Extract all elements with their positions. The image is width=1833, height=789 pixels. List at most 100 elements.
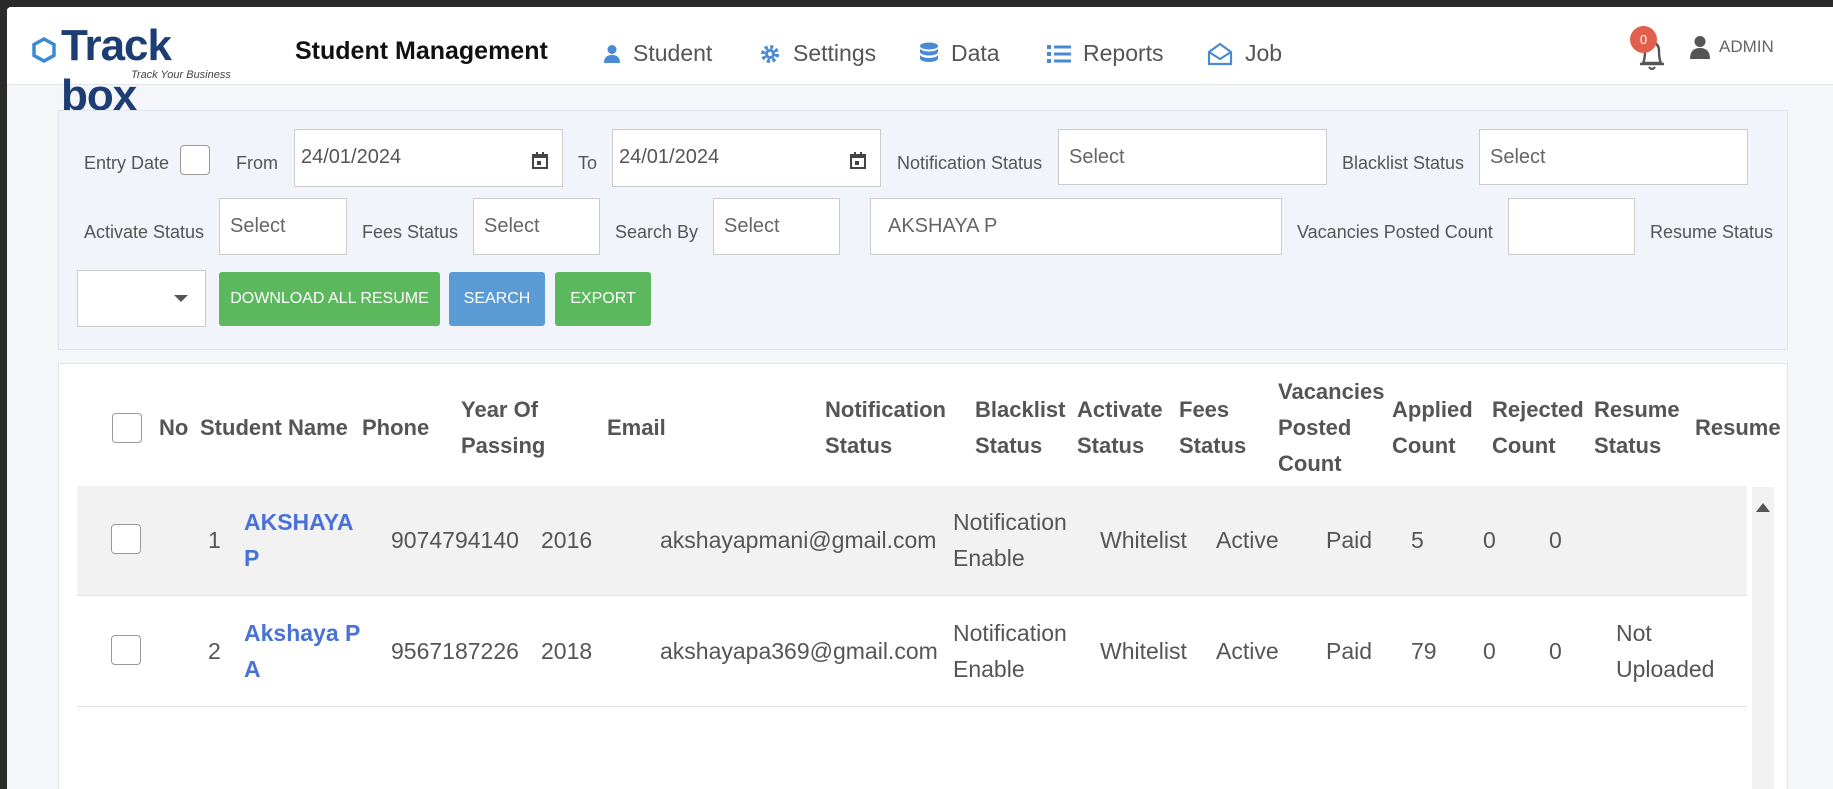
cell-activate-status: Active xyxy=(1216,638,1279,664)
cell-resume-status: Not Uploaded xyxy=(1616,620,1715,682)
search-text-input[interactable]: AKSHAYA P xyxy=(870,198,1282,255)
user-icon xyxy=(604,44,620,63)
cell-year: 2016 xyxy=(541,527,593,553)
calendar-icon[interactable] xyxy=(532,152,548,169)
col-vacancies-posted-count[interactable]: Vacancies Posted Count xyxy=(1278,374,1384,482)
list-icon xyxy=(1047,44,1071,63)
activate-status-value: Select xyxy=(230,215,286,237)
gear-icon xyxy=(761,44,779,63)
cell-activate-status: Active xyxy=(1216,527,1279,553)
col-student-name[interactable]: Student Name xyxy=(200,410,348,446)
hexagon-logo-icon xyxy=(32,37,56,63)
activate-status-label: Activate Status xyxy=(84,222,205,242)
col-phone[interactable]: Phone xyxy=(362,410,429,446)
cell-fees-status: Paid xyxy=(1326,527,1373,553)
col-blacklist-status[interactable]: Blacklist Status xyxy=(975,392,1066,464)
cell-year: 2018 xyxy=(541,638,593,664)
cell-vacancies-posted-count: 79 xyxy=(1411,638,1437,664)
resume-status-select[interactable] xyxy=(77,270,206,327)
trackbox-logo[interactable]: Track box Track Your Business xyxy=(23,19,254,120)
to-date-value: 24/01/2024 xyxy=(619,146,720,168)
cell-rejected-count: 0 xyxy=(1549,527,1562,553)
cell-phone: 9074794140 xyxy=(391,527,519,553)
export-button[interactable]: EXPORT xyxy=(555,272,651,326)
col-resume-status[interactable]: Resume Status xyxy=(1594,392,1680,464)
vacancies-posted-count-input[interactable] xyxy=(1508,198,1635,255)
calendar-icon[interactable] xyxy=(850,152,866,169)
cell-no: 2 xyxy=(208,638,221,664)
cell-fees-status: Paid xyxy=(1326,638,1373,664)
envelope-open-icon xyxy=(1207,42,1233,65)
download-all-resume-button[interactable]: DOWNLOAD ALL RESUME xyxy=(219,272,440,326)
notification-status-select[interactable]: Select xyxy=(1058,129,1327,185)
entry-date-label: Entry Date xyxy=(84,153,170,173)
col-applied-count[interactable]: Applied Count xyxy=(1392,392,1473,464)
cell-rejected-count: 0 xyxy=(1549,638,1562,664)
resume-status-label: Resume Status xyxy=(1650,222,1774,242)
top-navbar: Track box Track Your Business Student Ma… xyxy=(7,7,1833,120)
table-scrollbar[interactable] xyxy=(1752,487,1774,789)
from-date-input[interactable]: 24/01/2024 xyxy=(294,129,563,187)
fees-status-value: Select xyxy=(484,215,540,237)
cell-applied-count: 0 xyxy=(1483,527,1496,553)
student-name-link[interactable]: AKSHAYA P xyxy=(244,504,354,576)
cell-blacklist-status: Whitelist xyxy=(1100,527,1187,553)
filter-panel: Entry Date From 24/01/2024 To 24/01/2024… xyxy=(58,110,1788,350)
search-by-value: Select xyxy=(724,215,780,237)
col-no[interactable]: No xyxy=(159,410,188,446)
blacklist-status-label: Blacklist Status xyxy=(1342,153,1465,173)
nav-student-label: Student xyxy=(633,40,713,66)
cell-notification-status: Notification Enable xyxy=(953,509,1067,571)
user-name: ADMIN xyxy=(1719,37,1774,56)
cell-blacklist-status: Whitelist xyxy=(1100,638,1187,664)
blacklist-status-value: Select xyxy=(1490,145,1546,168)
activate-status-select[interactable]: Select xyxy=(219,198,347,255)
col-rejected-count[interactable]: Rejected Count xyxy=(1492,392,1584,464)
cell-vacancies-posted-count: 5 xyxy=(1411,527,1424,553)
nav-reports-label: Reports xyxy=(1083,40,1164,66)
select-all-checkbox[interactable] xyxy=(112,413,142,443)
row-checkbox[interactable] xyxy=(111,635,141,665)
notification-status-label: Notification Status xyxy=(897,153,1043,173)
nav-reports[interactable]: Reports xyxy=(1047,40,1164,67)
nav-data[interactable]: Data xyxy=(919,40,1000,67)
to-date-input[interactable]: 24/01/2024 xyxy=(612,129,881,187)
nav-data-label: Data xyxy=(951,40,1000,66)
vacancies-posted-count-label: Vacancies Posted Count xyxy=(1297,222,1493,242)
nav-settings-label: Settings xyxy=(793,40,877,66)
notification-status-value: Select xyxy=(1069,145,1125,168)
cell-notification-status: Notification Enable xyxy=(953,620,1067,682)
nav-student[interactable]: Student xyxy=(603,40,712,67)
col-fees-status[interactable]: Fees Status xyxy=(1179,392,1246,464)
row-checkbox[interactable] xyxy=(111,524,141,554)
entry-date-checkbox[interactable] xyxy=(180,145,210,175)
student-name-link[interactable]: Akshaya PA xyxy=(244,615,360,687)
search-by-label: Search By xyxy=(615,222,699,242)
from-date-value: 24/01/2024 xyxy=(301,146,402,168)
notification-badge: 0 xyxy=(1630,26,1657,53)
nav-settings[interactable]: Settings xyxy=(759,40,876,67)
cell-applied-count: 0 xyxy=(1483,638,1496,664)
col-resume[interactable]: Resume xyxy=(1695,410,1781,446)
fees-status-label: Fees Status xyxy=(362,222,459,242)
table-row: 1 AKSHAYA P 9074794140 2016 akshayapmani@… xyxy=(77,486,1747,596)
nav-job[interactable]: Job xyxy=(1207,40,1282,67)
table-row: 2 Akshaya PA 9567187226 2018 akshayapa36… xyxy=(77,597,1747,707)
fees-status-select[interactable]: Select xyxy=(473,198,600,255)
col-year-of-passing[interactable]: Year Of Passing xyxy=(461,392,545,464)
cell-email: akshayapmani@gmail.com xyxy=(660,527,937,553)
app-window: Track box Track Your Business Student Ma… xyxy=(7,7,1833,789)
user-menu[interactable]: ADMIN xyxy=(1690,35,1774,59)
col-notification-status[interactable]: Notification Status xyxy=(825,392,946,464)
col-email[interactable]: Email xyxy=(607,410,666,446)
nav-job-label: Job xyxy=(1245,40,1283,66)
from-label: From xyxy=(236,153,278,173)
search-button[interactable]: SEARCH xyxy=(449,272,545,326)
chevron-down-icon xyxy=(174,295,188,302)
scroll-up-arrow-icon[interactable] xyxy=(1756,503,1770,512)
cell-no: 1 xyxy=(208,527,221,553)
search-by-select[interactable]: Select xyxy=(713,198,840,255)
blacklist-status-select[interactable]: Select xyxy=(1479,129,1748,185)
search-text-value: AKSHAYA P xyxy=(888,215,998,237)
col-activate-status[interactable]: Activate Status xyxy=(1077,392,1163,464)
